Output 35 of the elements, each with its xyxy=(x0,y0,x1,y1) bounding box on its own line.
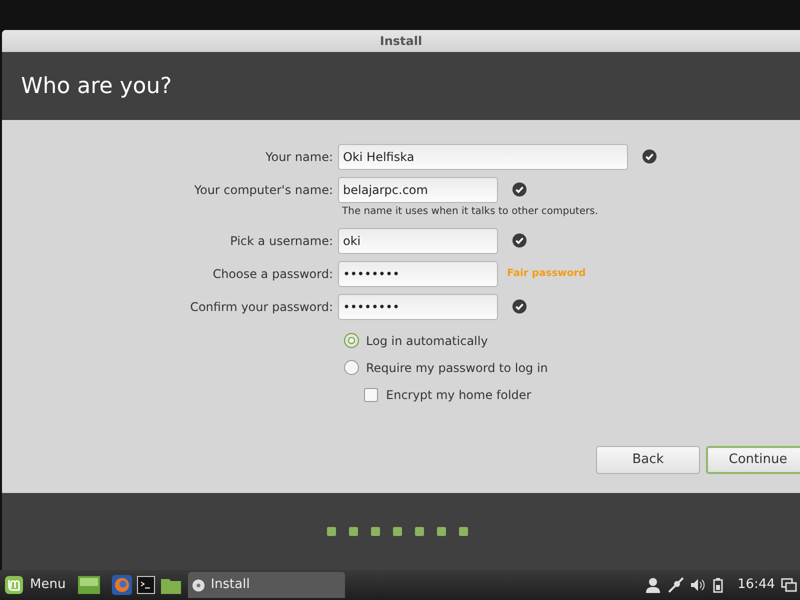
input-field[interactable]: belajarpc.com xyxy=(338,176,498,202)
page-title: Who are you? xyxy=(21,72,172,100)
terminal-icon[interactable] xyxy=(136,576,155,594)
field-label: Pick a username: xyxy=(229,232,334,250)
input-field[interactable]: Oki Helfiska xyxy=(338,144,628,170)
user-icon[interactable] xyxy=(646,577,660,593)
field-label: Your name: xyxy=(264,148,334,166)
desktop-icon[interactable] xyxy=(78,575,100,595)
input-field[interactable]: •••••••• xyxy=(338,294,498,320)
dialog-button[interactable]: Continue xyxy=(706,446,800,474)
radio-label: Log in automatically xyxy=(366,332,488,350)
input-field[interactable]: •••••••• xyxy=(338,260,498,286)
dialog-button[interactable]: Back xyxy=(596,446,700,474)
password-strength: Fair password xyxy=(507,267,586,281)
checkbox-label: Encrypt my home folder xyxy=(386,386,532,404)
input-field[interactable]: oki xyxy=(338,228,498,254)
leaf-logo-icon xyxy=(4,575,24,595)
window-title: Install xyxy=(380,33,422,50)
radio-button[interactable] xyxy=(344,360,359,375)
field-hint: The name it uses when it talks to other computers. xyxy=(342,205,600,219)
radio-button[interactable] xyxy=(344,333,359,348)
disc-icon xyxy=(192,578,205,592)
field-label: Your computer's name: xyxy=(193,182,334,198)
browser-icon[interactable] xyxy=(112,575,132,595)
checkbox[interactable] xyxy=(364,388,378,402)
field-label: Confirm your password: xyxy=(189,298,334,316)
folder-icon[interactable] xyxy=(160,576,181,594)
show-desktop-icon[interactable] xyxy=(781,578,797,592)
taskbar-window-button[interactable]: Install xyxy=(188,572,345,598)
network-icon[interactable] xyxy=(668,577,684,593)
volume-icon[interactable] xyxy=(690,578,706,592)
menu-button[interactable]: Menu xyxy=(4,575,66,595)
clock[interactable]: 16:44 xyxy=(738,575,775,595)
field-label: Choose a password: xyxy=(212,266,334,282)
radio-label: Require my password to log in xyxy=(366,360,548,376)
